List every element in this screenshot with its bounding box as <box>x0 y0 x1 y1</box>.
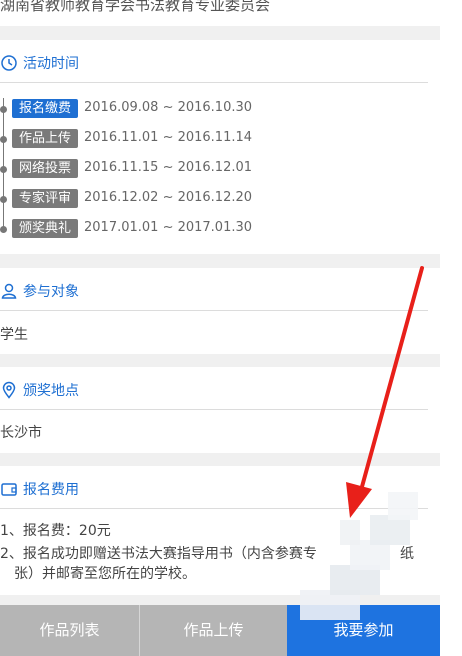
wallet-icon <box>0 480 18 498</box>
fees-title: 报名费用 <box>23 482 79 498</box>
participants-value: 学生 <box>0 327 28 343</box>
timeline-dot <box>0 226 7 233</box>
timeline-dot <box>0 166 7 173</box>
clock-icon <box>0 54 18 72</box>
location-pin-icon <box>0 381 18 399</box>
timeline-stage-dates: 2016.11.01 ~ 2016.11.14 <box>84 130 253 145</box>
timeline-dot <box>0 106 7 113</box>
participants-header: 参与对象 <box>0 270 428 311</box>
participants-title: 参与对象 <box>23 284 79 300</box>
organizer-name: 湖南省教师教育学会书法教育专业委员会 <box>0 0 271 14</box>
timeline-stage-tag: 网络投票 <box>12 159 78 178</box>
timeline-item: 作品上传 2016.11.01 ~ 2016.11.14 <box>0 129 420 149</box>
works-list-button[interactable]: 作品列表 <box>0 605 139 656</box>
timeline-stage-tag: 作品上传 <box>12 129 78 148</box>
user-icon <box>0 282 18 300</box>
timeline-item: 颁奖典礼 2017.01.01 ~ 2017.01.30 <box>0 219 420 239</box>
timeline-item: 报名缴费 2016.09.08 ~ 2016.10.30 <box>0 99 420 119</box>
fee-line-2-tail: 纸 <box>400 546 414 562</box>
timeline-item: 网络投票 2016.11.15 ~ 2016.12.01 <box>0 159 420 179</box>
timeline-stage-tag: 报名缴费 <box>12 99 78 118</box>
fees-header: 报名费用 <box>0 468 428 509</box>
fee-line-1: 1、报名费：20元 <box>0 523 111 539</box>
venue-card: 颁奖地点 长沙市 <box>0 367 440 453</box>
timeline-stage-dates: 2016.11.15 ~ 2016.12.01 <box>84 160 253 175</box>
venue-value: 长沙市 <box>0 425 42 441</box>
fee-line-3: 张）并邮寄至您所在的学校。 <box>14 566 196 582</box>
schedule-title: 活动时间 <box>23 56 79 72</box>
fee-line-2: 2、报名成功即赠送书法大赛指导用书（内含参赛专 <box>0 546 317 562</box>
timeline-stage-dates: 2017.01.01 ~ 2017.01.30 <box>84 220 253 235</box>
organizer-card: 湖南省教师教育学会书法教育专业委员会 <box>0 0 440 26</box>
fees-card: 报名费用 1、报名费：20元 2、报名成功即赠送书法大赛指导用书（内含参赛专 纸… <box>0 466 440 595</box>
timeline-stage-dates: 2016.09.08 ~ 2016.10.30 <box>84 100 253 115</box>
bottom-action-bar: 作品列表 作品上传 我要参加 <box>0 605 440 656</box>
timeline-item: 专家评审 2016.12.02 ~ 2016.12.20 <box>0 189 420 209</box>
timeline-dot <box>0 136 7 143</box>
join-button[interactable]: 我要参加 <box>287 605 440 656</box>
schedule-header: 活动时间 <box>0 42 428 83</box>
event-detail-page: 湖南省教师教育学会书法教育专业委员会 活动时间 报名缴费 2016.09.08 ~… <box>0 0 440 656</box>
timeline-stage-dates: 2016.12.02 ~ 2016.12.20 <box>84 190 253 205</box>
venue-title: 颁奖地点 <box>23 383 79 399</box>
timeline-dot <box>0 196 7 203</box>
venue-header: 颁奖地点 <box>0 369 428 410</box>
upload-works-button[interactable]: 作品上传 <box>140 605 287 656</box>
participants-card: 参与对象 学生 <box>0 268 440 354</box>
timeline-stage-tag: 专家评审 <box>12 189 78 208</box>
timeline-stage-tag: 颁奖典礼 <box>12 219 78 238</box>
